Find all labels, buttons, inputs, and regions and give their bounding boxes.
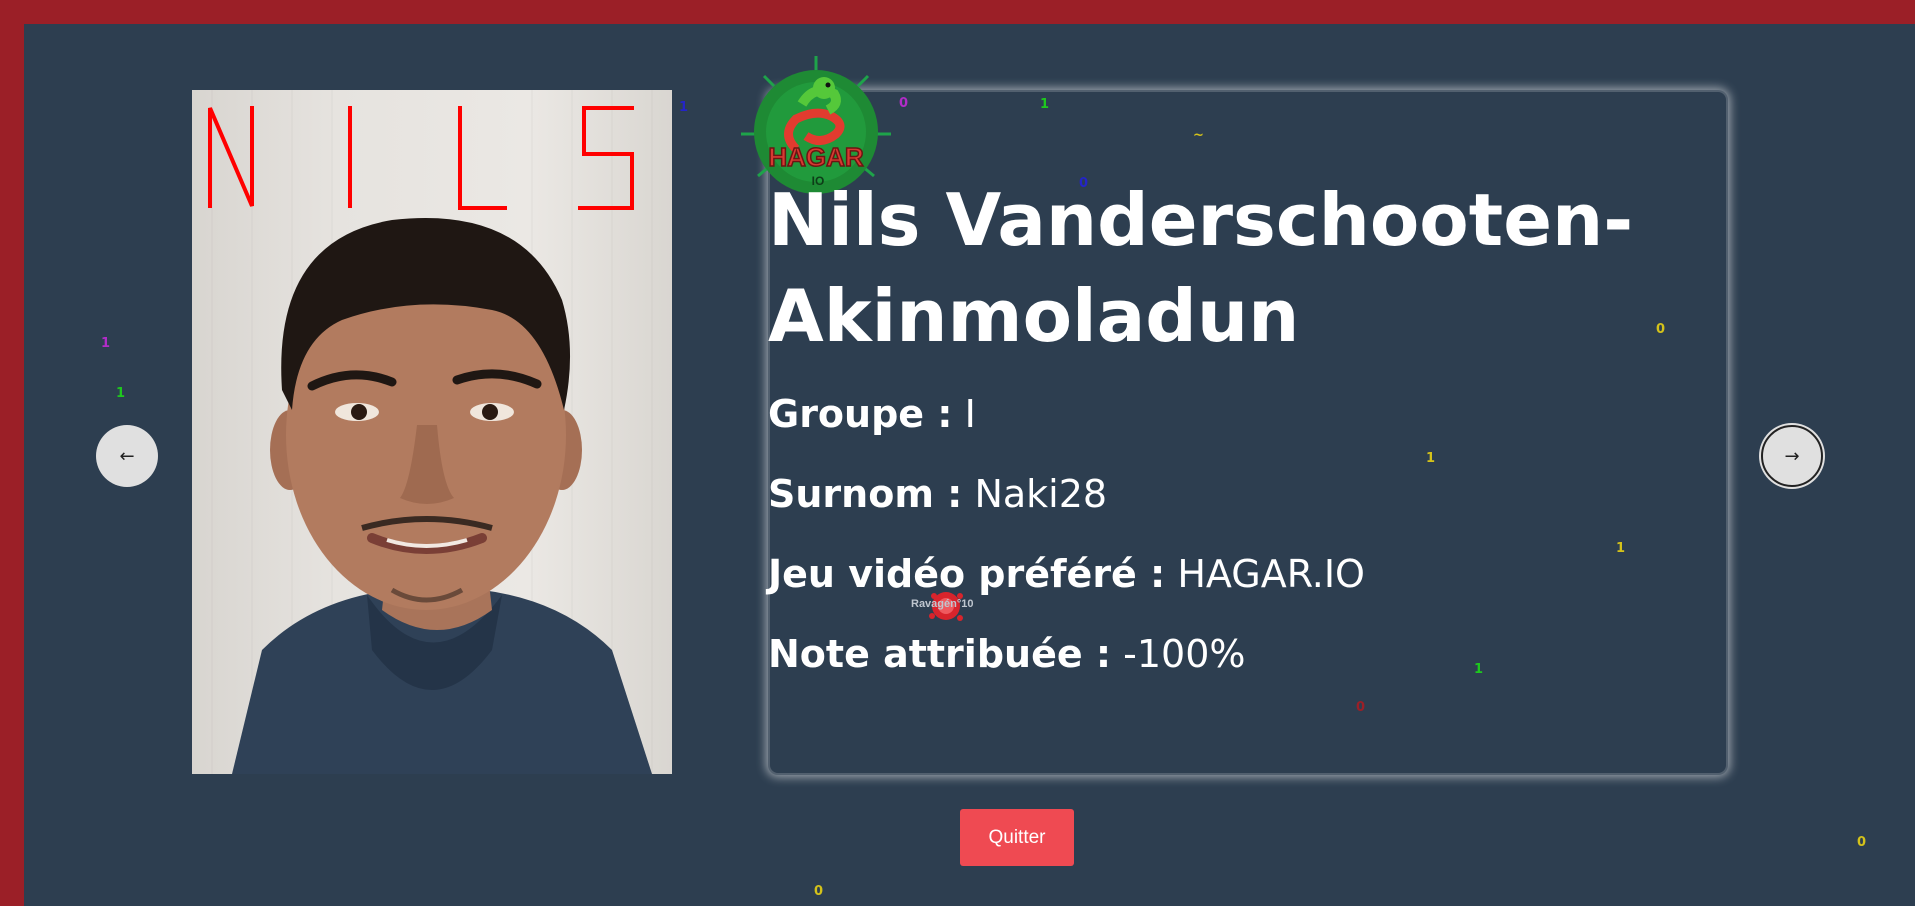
quit-button[interactable]: Quitter [960,809,1074,866]
surnom-value: Naki28 [974,472,1108,516]
name-line-1: Nils Vanderschooten- [768,178,1634,262]
game-bit: 1 [1426,451,1436,466]
name-line-2: Akinmoladun [768,274,1300,358]
game-bit: 0 [1079,176,1089,191]
game-bit: 0 [899,96,909,111]
game-bit: 0 [814,884,824,899]
game-bit: 1 [1616,541,1626,556]
profile-photo [192,90,672,774]
game-bit: 1 [679,100,689,115]
arrow-left-icon: ← [119,445,135,467]
left-border [0,0,24,906]
note-value: -100% [1123,632,1246,676]
game-bit: 1 [1474,662,1484,677]
jeu-value: HAGAR.IO [1177,552,1365,596]
top-border [0,0,1915,24]
note-label: Note attribuée : [768,632,1112,676]
game-bit: ~ [1193,128,1204,143]
jeu-row: Jeu vidéo préféré : HAGAR.IO [768,551,1365,597]
next-button[interactable]: → [1761,425,1823,487]
game-bit: 0 [1656,322,1666,337]
previous-button[interactable]: ← [96,425,158,487]
game-bit: 1 [101,336,111,351]
game-bit: 1 [1040,97,1050,112]
arrow-right-icon: → [1784,445,1800,467]
player-name: Ravagén°10 [911,598,974,610]
groupe-label: Groupe : [768,392,953,436]
game-bit: 1 [116,386,126,401]
groupe-row: Groupe : I [768,391,976,437]
groupe-value: I [964,392,976,436]
game-bit: 0 [1857,835,1867,850]
surnom-row: Surnom : Naki28 [768,471,1107,517]
game-bit: 0 [1356,700,1366,715]
svg-text:HAGAR: HAGAR [768,142,864,172]
profile-name: Nils Vanderschooten- Akinmoladun [768,172,1728,364]
note-row: Note attribuée : -100% [768,631,1246,677]
surnom-label: Surnom : [768,472,963,516]
